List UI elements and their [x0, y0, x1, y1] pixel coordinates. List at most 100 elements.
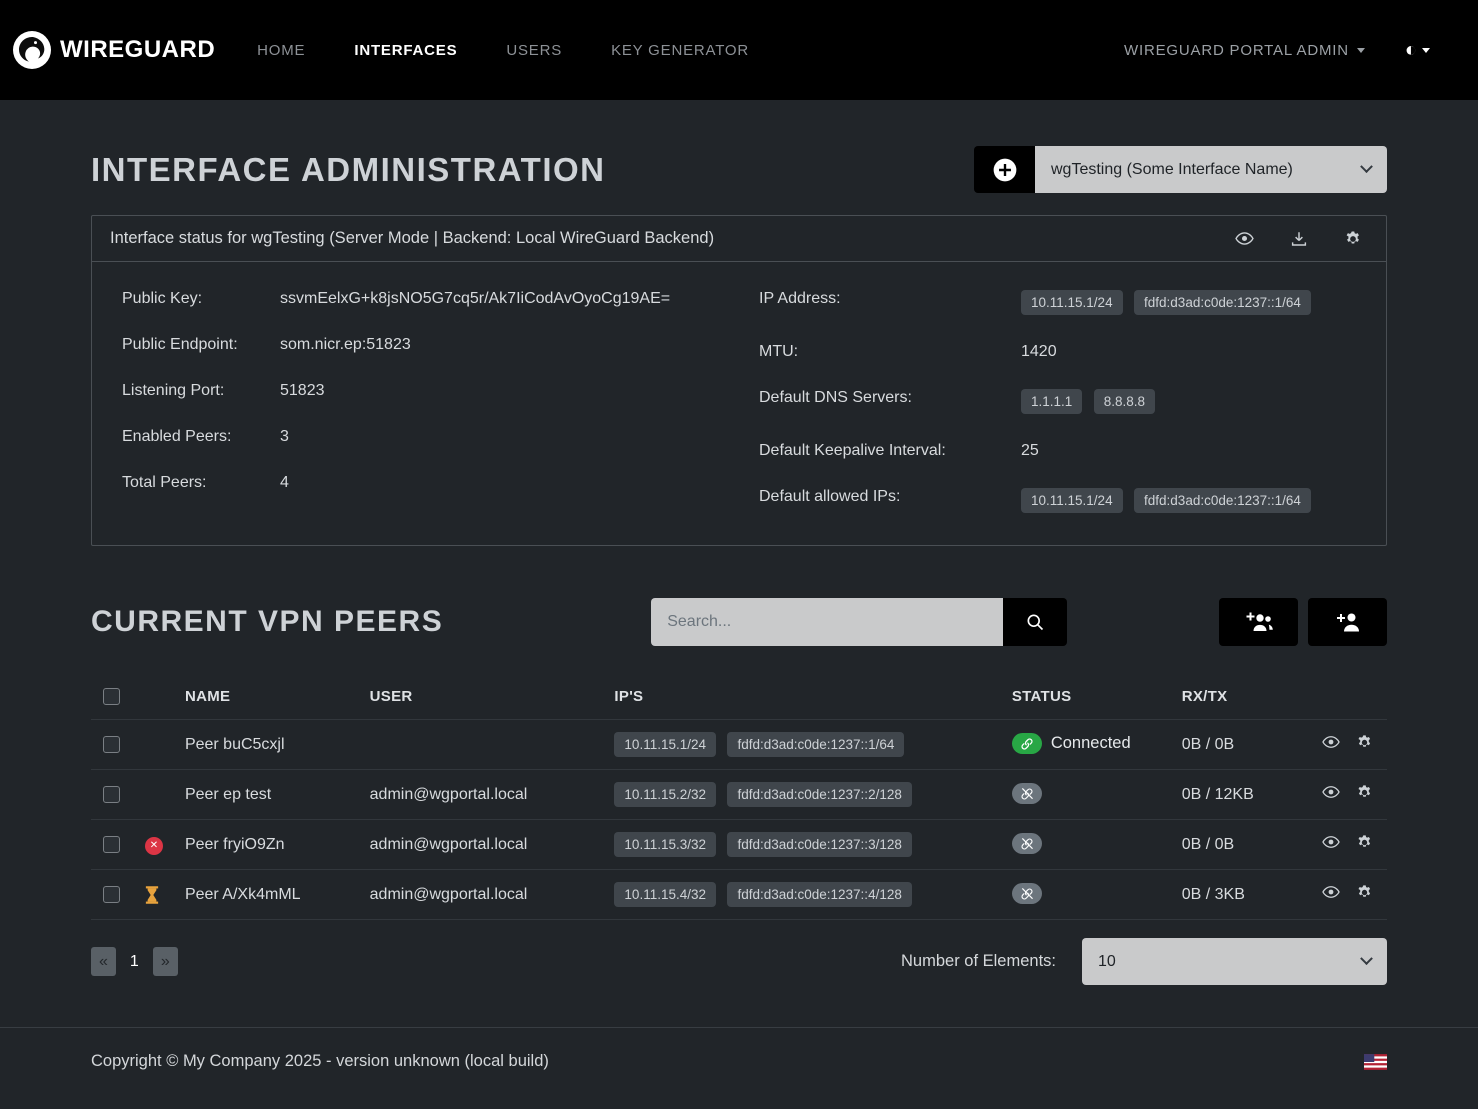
peer-row: Peer buC5cxjl 10.11.15.1/24 fdfd:d3ad:c0…: [91, 720, 1387, 770]
column-header-user: USER: [362, 674, 607, 720]
nav-item-home[interactable]: HOME: [257, 42, 305, 59]
nav-item-users[interactable]: USERS: [506, 42, 562, 59]
peer-ip-badge: fdfd:d3ad:c0de:1237::3/128: [727, 832, 911, 857]
status-flag-column-header: [137, 674, 177, 720]
navbar-right: WIREGUARD PORTAL ADMIN ◐: [1124, 40, 1430, 60]
eye-icon: [1322, 883, 1340, 901]
peer-view-button[interactable]: [1322, 883, 1340, 901]
download-config-button[interactable]: [1290, 230, 1308, 248]
allowed-ip-badge: fdfd:d3ad:c0de:1237::1/64: [1134, 488, 1311, 513]
us-flag-icon: [1364, 1054, 1387, 1070]
pagination-next[interactable]: »: [153, 947, 178, 976]
field-mtu: MTU: 1420: [759, 343, 1356, 361]
interface-select-group: wgTesting (Some Interface Name): [974, 146, 1387, 193]
user-menu[interactable]: WIREGUARD PORTAL ADMIN: [1124, 42, 1365, 59]
peer-settings-button[interactable]: [1356, 734, 1373, 751]
eye-icon: [1322, 783, 1340, 801]
status-disconnected-icon: [1012, 833, 1042, 854]
peers-header: CURRENT VPN PEERS: [91, 598, 1387, 646]
chevron-down-icon: [1360, 160, 1373, 173]
interface-settings-button[interactable]: [1344, 230, 1362, 248]
peer-view-button[interactable]: [1322, 733, 1340, 751]
field-listening-port: Listening Port: 51823: [122, 382, 719, 400]
interface-card-actions: [1235, 229, 1368, 248]
chevron-down-icon: [1360, 952, 1373, 965]
peers-table: NAME USER IP'S STATUS RX/TX Peer buC5cxj…: [91, 674, 1387, 920]
peer-flag-cell: [137, 870, 177, 920]
brand-name: WIREGUARD: [60, 36, 215, 64]
caret-down-icon: [1357, 48, 1365, 53]
column-header-rxtx: RX/TX: [1174, 674, 1302, 720]
column-header-status: STATUS: [1004, 674, 1174, 720]
keepalive-value: 25: [1021, 442, 1039, 460]
status-connected-icon: [1012, 733, 1042, 754]
interface-card-body: Public Key: ssvmEelxG+k8jsNO5G7cq5r/Ak7I…: [92, 262, 1386, 545]
brand-link[interactable]: WIREGUARD: [12, 30, 215, 70]
user-menu-label: WIREGUARD PORTAL ADMIN: [1124, 42, 1349, 59]
gear-icon: [1356, 784, 1373, 801]
view-interface-config-button[interactable]: [1235, 229, 1254, 248]
interface-details-right: IP Address: 10.11.15.1/24 fdfd:d3ad:c0de…: [759, 290, 1356, 541]
elements-select[interactable]: 10: [1082, 938, 1387, 985]
interface-select-value: wgTesting (Some Interface Name): [1051, 161, 1293, 179]
peer-row: Peer ep test admin@wgportal.local 10.11.…: [91, 770, 1387, 820]
theme-toggle[interactable]: ◐: [1405, 40, 1430, 60]
peer-settings-button[interactable]: [1356, 784, 1373, 801]
download-icon: [1290, 230, 1308, 248]
peer-ip-badge: 10.11.15.1/24: [614, 732, 716, 757]
status-disconnected-icon: [1012, 783, 1042, 804]
search-group: [651, 598, 1067, 646]
peer-name: Peer A/Xk4mML: [185, 886, 301, 903]
peer-row-checkbox[interactable]: [103, 836, 120, 853]
public-key-value: ssvmEelxG+k8jsNO5G7cq5r/Ak7IiCodAvOyoCg1…: [280, 290, 670, 308]
peer-user: admin@wgportal.local: [370, 886, 528, 903]
ip-badge: 10.11.15.1/24: [1021, 290, 1123, 315]
peer-ip-badge: fdfd:d3ad:c0de:1237::4/128: [727, 882, 911, 907]
peers-table-header-row: NAME USER IP'S STATUS RX/TX: [91, 674, 1387, 720]
column-header-name: NAME: [177, 674, 362, 720]
pagination-prev[interactable]: «: [91, 947, 116, 976]
peer-expired-icon: ✕: [145, 837, 163, 855]
nav-item-key-generator[interactable]: KEY GENERATOR: [611, 42, 749, 59]
peer-name: Peer ep test: [185, 786, 271, 803]
peer-rxtx: 0B / 0B: [1182, 736, 1234, 753]
select-all-checkbox[interactable]: [103, 688, 120, 705]
field-dns-servers: Default DNS Servers: 1.1.1.1 8.8.8.8: [759, 389, 1356, 414]
nav-item-interfaces[interactable]: INTERFACES: [354, 42, 457, 59]
page-header: INTERFACE ADMINISTRATION wgTesting (Some…: [91, 146, 1387, 193]
peer-settings-button[interactable]: [1356, 884, 1373, 901]
interface-select[interactable]: wgTesting (Some Interface Name): [1035, 146, 1387, 193]
peer-view-button[interactable]: [1322, 783, 1340, 801]
wireguard-logo-icon: [12, 30, 52, 70]
peer-row-checkbox[interactable]: [103, 786, 120, 803]
pagination-page-1[interactable]: 1: [121, 947, 148, 976]
peer-view-button[interactable]: [1322, 833, 1340, 851]
add-peers-group-icon: [1244, 610, 1274, 634]
field-public-endpoint: Public Endpoint: som.nicr.ep:51823: [122, 336, 719, 354]
interface-card-title: Interface status for wgTesting (Server M…: [110, 229, 714, 248]
peer-row-checkbox[interactable]: [103, 886, 120, 903]
gear-icon: [1344, 230, 1362, 248]
field-public-key: Public Key: ssvmEelxG+k8jsNO5G7cq5r/Ak7I…: [122, 290, 719, 308]
language-switcher[interactable]: [1364, 1054, 1387, 1070]
add-interface-button[interactable]: [974, 146, 1035, 193]
search-button[interactable]: [1003, 598, 1067, 646]
add-multiple-peers-button[interactable]: [1219, 598, 1298, 646]
peer-settings-button[interactable]: [1356, 834, 1373, 851]
column-header-actions: [1302, 674, 1387, 720]
search-input[interactable]: [651, 598, 1003, 646]
status-disconnected-icon: [1012, 883, 1042, 904]
peer-flag-cell: [137, 720, 177, 770]
peer-add-buttons: [1219, 598, 1387, 646]
dns-badge: 8.8.8.8: [1094, 389, 1155, 414]
peer-pending-icon: [145, 886, 169, 904]
peer-name: Peer buC5cxjl: [185, 736, 285, 753]
peer-ip-badge: 10.11.15.4/32: [614, 882, 716, 907]
add-peer-button[interactable]: [1308, 598, 1387, 646]
peer-row-checkbox[interactable]: [103, 736, 120, 753]
peer-rxtx: 0B / 0B: [1182, 836, 1234, 853]
page-title: INTERFACE ADMINISTRATION: [91, 151, 605, 189]
peer-ip-badge: fdfd:d3ad:c0de:1237::1/64: [727, 732, 904, 757]
add-peer-icon: [1335, 610, 1361, 634]
interface-card-header: Interface status for wgTesting (Server M…: [92, 216, 1386, 262]
